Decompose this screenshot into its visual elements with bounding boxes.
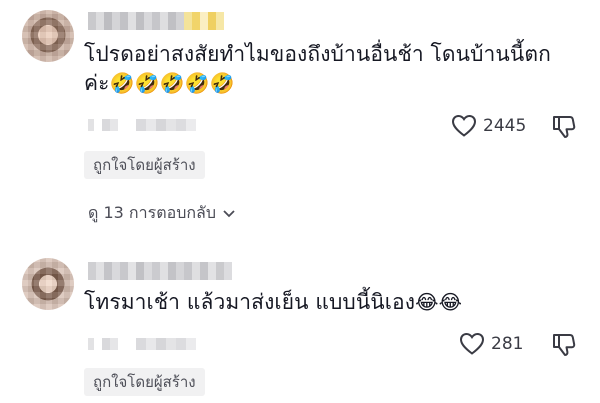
avatar[interactable] [22,10,74,62]
heart-outline-icon [459,332,485,355]
creator-liked-badge: ถูกใจโดยผู้สร้าง [84,151,205,179]
comment-body: โทรมาเช้า แล้วมาส่งเย็น แบบนี้นิเอง😂😂 [84,288,584,317]
username-blurred[interactable] [88,12,224,30]
dislike-button[interactable] [551,114,577,144]
creator-liked-badge: ถูกใจโดยผู้สร้าง [84,368,205,396]
comment-text-line: ค่ะ🤣🤣🤣🤣🤣 [84,69,584,98]
comment-text-line: โทรมาเช้า แล้วมาส่งเย็น แบบนี้นิเอง😂😂 [84,288,584,317]
like-button[interactable]: 281 [459,332,523,356]
comment-text-line: โปรดอย่าสงสัยทำไมของถึงบ้านอื่นช้า โดนบ้… [84,42,551,66]
dislike-button[interactable] [551,332,577,362]
comment-meta-blurred [88,119,196,131]
like-count: 2445 [483,116,527,136]
like-count: 281 [491,334,524,354]
emoji-group: 😂😂 [415,290,463,314]
comment-meta-blurred [88,338,196,350]
view-replies-label: ดู 13 การตอบกลับ [88,203,216,222]
username-blurred[interactable] [88,262,232,280]
thumbs-down-icon [553,116,576,138]
avatar[interactable] [22,258,74,310]
comment-text: โทรมาเช้า แล้วมาส่งเย็น แบบนี้นิเอง [84,290,416,314]
thumbs-down-icon [553,334,576,356]
chevron-down-icon [223,209,235,217]
heart-outline-icon [451,114,477,137]
comment-text-tail: ค่ะ [84,71,110,95]
like-button[interactable]: 2445 [451,114,526,138]
view-replies-link[interactable]: ดู 13 การตอบกลับ [88,201,236,226]
emoji-group: 🤣🤣🤣🤣🤣 [109,71,235,95]
comment-body: โปรดอย่าสงสัยทำไมของถึงบ้านอื่นช้า โดนบ้… [84,40,584,98]
